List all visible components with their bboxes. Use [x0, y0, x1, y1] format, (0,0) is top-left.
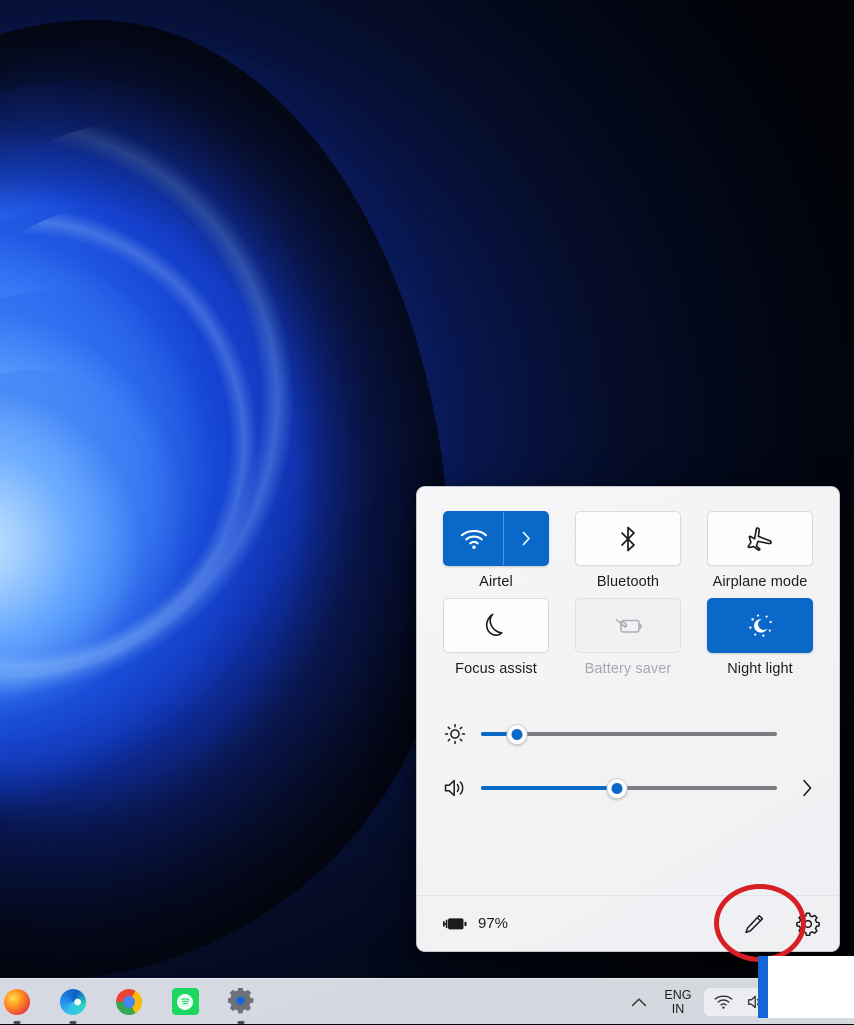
language-secondary: IN [656, 1002, 700, 1016]
quick-action-tile-grid: Airtel Bluetooth Airplane mode [443, 511, 813, 677]
volume-slider-row [443, 761, 813, 815]
settings-button[interactable] [795, 911, 821, 937]
tile-label-airplane-mode: Airplane mode [713, 574, 808, 590]
gear-icon [796, 912, 820, 936]
tile-cell-bluetooth: Bluetooth [575, 511, 681, 590]
quick-settings-body: Airtel Bluetooth Airplane mode [417, 487, 839, 895]
spotify-waves-icon [180, 996, 191, 1007]
tile-label-night-light: Night light [727, 661, 793, 677]
tile-label-battery-saver: Battery saver [585, 661, 672, 677]
wifi-icon [714, 994, 733, 1010]
taskbar-item-spotify[interactable] [170, 987, 200, 1017]
language-indicator[interactable]: ENG IN [656, 988, 700, 1016]
tile-label-bluetooth: Bluetooth [597, 574, 659, 590]
brightness-slider[interactable] [481, 723, 777, 745]
tile-night-light[interactable] [707, 598, 813, 653]
taskbar-item-chrome[interactable] [114, 987, 144, 1017]
brightness-slider-row [443, 707, 813, 761]
tile-bluetooth[interactable] [575, 511, 681, 566]
brightness-icon [444, 723, 466, 745]
volume-icon-wrap [443, 777, 467, 799]
pencil-icon [742, 912, 766, 936]
screenshot-overlay-box [768, 956, 854, 1018]
footer-actions [741, 911, 823, 937]
bluetooth-icon [618, 525, 638, 553]
tile-cell-wifi: Airtel [443, 511, 549, 590]
quick-settings-panel: Airtel Bluetooth Airplane mode [416, 486, 840, 952]
tile-wifi[interactable] [443, 511, 549, 566]
gear-icon [228, 988, 255, 1015]
brightness-slider-thumb[interactable] [506, 724, 527, 745]
running-indicator [238, 1021, 245, 1024]
spotify-icon [172, 988, 199, 1015]
running-indicator [70, 1021, 77, 1024]
tile-wifi-toggle[interactable] [444, 512, 503, 565]
running-indicator [14, 1021, 21, 1024]
tile-label-focus-assist: Focus assist [455, 661, 537, 677]
chevron-right-icon [522, 531, 531, 546]
tile-label-wifi: Airtel [479, 574, 513, 590]
tile-cell-airplane: Airplane mode [707, 511, 813, 590]
taskbar-item-settings[interactable] [226, 987, 256, 1017]
taskbar-item-firefox[interactable] [2, 987, 32, 1017]
tile-airplane-mode[interactable] [707, 511, 813, 566]
battery-charging-icon [443, 915, 469, 933]
chrome-icon [116, 989, 142, 1015]
moon-icon [484, 612, 508, 640]
edge-icon [60, 989, 86, 1015]
tile-focus-assist[interactable] [443, 598, 549, 653]
brightness-icon-wrap [443, 723, 467, 745]
volume-expand-button[interactable] [791, 779, 813, 797]
battery-leaf-icon [612, 615, 644, 637]
volume-slider[interactable] [481, 777, 777, 799]
taskbar-item-edge[interactable] [58, 987, 88, 1017]
tile-battery-saver[interactable] [575, 598, 681, 653]
language-primary: ENG [656, 988, 700, 1002]
edit-button[interactable] [741, 911, 767, 937]
chevron-right-icon [802, 779, 813, 797]
volume-slider-fill [481, 786, 617, 790]
volume-icon [443, 777, 467, 799]
wifi-icon [460, 528, 488, 550]
firefox-icon [4, 989, 30, 1015]
battery-percent-label: 97% [478, 915, 508, 932]
volume-slider-thumb[interactable] [607, 778, 628, 799]
quick-settings-footer: 97% [417, 895, 839, 951]
airplane-icon [746, 526, 774, 552]
tile-cell-night-light: Night light [707, 598, 813, 677]
tile-wifi-expand[interactable] [503, 512, 548, 565]
tray-overflow-button[interactable] [622, 997, 656, 1008]
battery-status: 97% [443, 915, 508, 933]
taskbar: ENG IN 10:4 [0, 978, 854, 1024]
chevron-up-icon [631, 997, 647, 1008]
night-light-icon [745, 612, 775, 640]
tile-cell-focus-assist: Focus assist [443, 598, 549, 677]
tile-cell-battery-saver: Battery saver [575, 598, 681, 677]
